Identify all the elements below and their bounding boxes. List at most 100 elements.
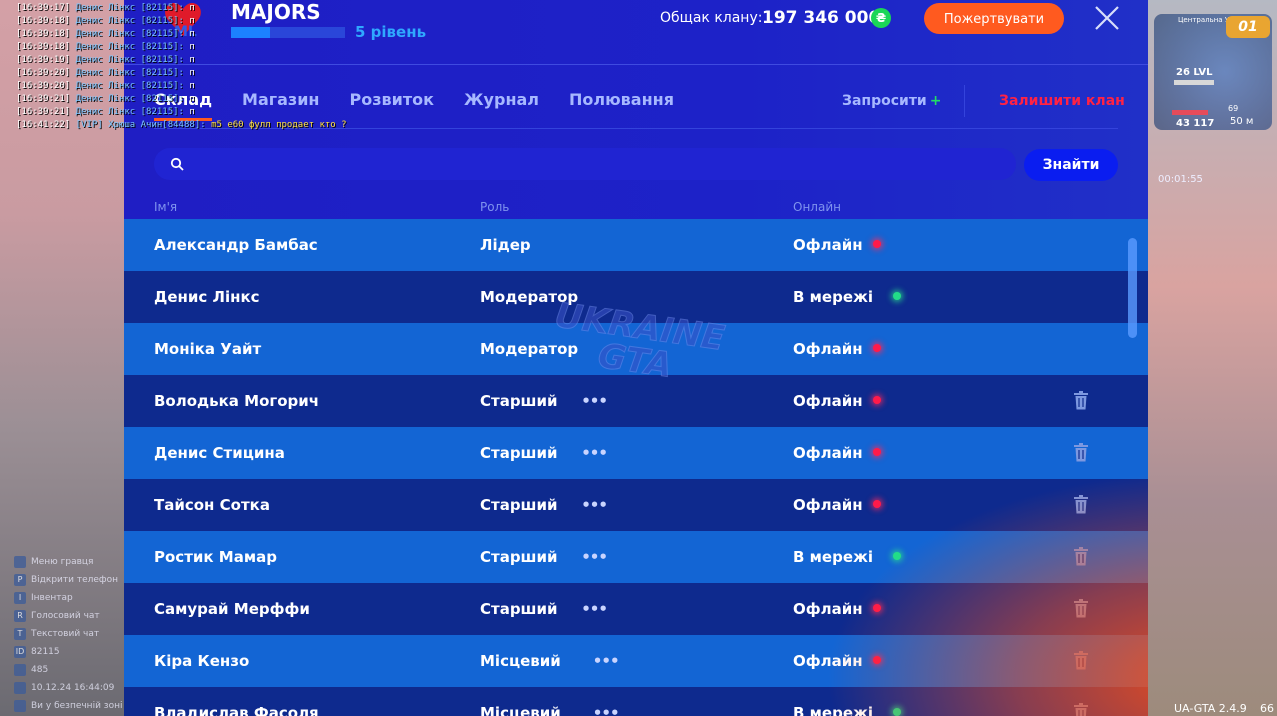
game-version: UA-GTA 2.4.9 (1174, 702, 1247, 715)
leave-clan-button[interactable]: Залишити клан (999, 93, 1125, 109)
trash-icon[interactable] (1073, 651, 1089, 670)
offline-dot-icon (872, 448, 881, 456)
tab-4[interactable]: Полювання (569, 90, 674, 109)
member-status: Офлайн (793, 236, 863, 254)
member-name: Ростик Мамар (154, 548, 277, 566)
chat-line: [16:39:19] Денис Лінкс [82115]: п (16, 54, 347, 67)
clan-level: 5 рівень (355, 23, 427, 41)
hud-hint: R Голосовий чат (14, 607, 122, 625)
search-input[interactable] (198, 152, 1002, 178)
hud-hint: 10.12.24 16:44:09 (14, 679, 122, 697)
chat-text: п (189, 29, 195, 39)
trash-icon[interactable] (1073, 495, 1089, 514)
more-options-icon[interactable]: ••• (581, 444, 608, 462)
member-status: Офлайн (793, 392, 863, 410)
more-options-icon[interactable]: ••• (581, 600, 608, 618)
hud-key: I (14, 592, 26, 604)
chat-text: m5 e60 фулл продает кто ? (211, 120, 347, 130)
chat-text: п (189, 42, 195, 52)
armor-bar (1174, 80, 1214, 85)
more-options-icon[interactable]: ••• (581, 548, 608, 566)
member-status: Офлайн (793, 600, 863, 618)
trash-icon[interactable] (1073, 703, 1089, 716)
more-options-icon[interactable]: ••• (593, 652, 620, 670)
donate-button[interactable]: Пожертвувати (924, 3, 1064, 34)
chat-sender: [VIP] Хрюша Ачин[84488]: (75, 120, 206, 130)
chat-sender: Денис Лінкс [82115]: (75, 42, 184, 52)
table-row[interactable]: Самурай Мерффи Старший ••• Офлайн (124, 583, 1148, 635)
member-name: Денис Лінкс (154, 288, 260, 306)
chat-sender: Денис Лінкс [82115]: (75, 94, 184, 104)
table-row[interactable]: Ростик Мамар Старший ••• В мережі (124, 531, 1148, 583)
chat-line: [16:41:22] [VIP] Хрюша Ачин[84488]: m5 e… (16, 119, 347, 132)
online-dot-icon (893, 708, 902, 716)
hud-hint: Меню гравця (14, 553, 122, 571)
table-row[interactable]: Тайсон Сотка Старший ••• Офлайн (124, 479, 1148, 531)
member-role: Старший (480, 496, 558, 514)
hud-key (14, 664, 26, 676)
chat-sender: Денис Лінкс [82115]: (75, 55, 184, 65)
more-options-icon[interactable]: ••• (593, 704, 620, 716)
actions-divider (964, 85, 965, 117)
chat-text: п (189, 68, 195, 78)
trash-icon[interactable] (1073, 599, 1089, 618)
table-row[interactable]: Александр Бамбас Лідер Офлайн (124, 219, 1148, 271)
column-header-online: Онлайн (793, 200, 841, 214)
members-table: Александр Бамбас Лідер Офлайн Денис Лінкс Мо… (124, 219, 1148, 716)
hud-hint-label: Голосовий чат (31, 611, 100, 621)
hud-hint: I Інвентар (14, 589, 122, 607)
more-options-icon[interactable]: ••• (581, 392, 608, 410)
chat-sender: Денис Лінкс [82115]: (75, 68, 184, 78)
clan-bank-label: Общак клану: (660, 10, 763, 26)
offline-dot-icon (872, 396, 881, 404)
hud-hint-label: Інвентар (31, 593, 73, 603)
member-role: Старший (480, 548, 558, 566)
health-bar (1172, 110, 1208, 115)
hud-hint-label: Текстовий чат (31, 629, 100, 639)
table-row[interactable]: Владислав Фасоля Місцевий ••• В мережі (124, 687, 1148, 716)
member-role: Місцевий (480, 704, 561, 716)
table-row[interactable]: Денис Стицина Старший ••• Офлайн (124, 427, 1148, 479)
right-hud: Центральна Україна 01 26 LVL 69 43 117 5… (1148, 0, 1277, 716)
member-status: Офлайн (793, 496, 863, 514)
zone-badge: 01 (1226, 16, 1270, 38)
chat-time: [16:41:22] (16, 120, 71, 130)
plus-icon: + (929, 93, 942, 109)
hud-hint-label: Ви у безпечній зоні (31, 701, 123, 711)
tab-3[interactable]: Журнал (464, 90, 539, 109)
hud-hint-label: Відкрити телефон (31, 575, 119, 585)
chat-time: [16:39:18] (16, 16, 71, 26)
chat-time: [16:39:20] (16, 68, 71, 78)
chat-sender: Денис Лінкс [82115]: (75, 16, 184, 26)
more-options-icon[interactable]: ••• (581, 496, 608, 514)
trash-icon[interactable] (1073, 547, 1089, 566)
member-name: Владислав Фасоля (154, 704, 319, 716)
left-hud: Меню гравця P Відкрити телефон I Інвентар R Го… (14, 553, 122, 715)
hud-hint-label: 10.12.24 16:44:09 (31, 683, 115, 693)
invite-button[interactable]: Запросити + (842, 93, 941, 109)
trash-icon[interactable] (1073, 443, 1089, 462)
member-name: Володька Могорич (154, 392, 320, 410)
member-role: Старший (480, 392, 558, 410)
health-value: 43 117 (1176, 118, 1215, 129)
close-icon[interactable] (1093, 4, 1121, 32)
find-button[interactable]: Знайти (1024, 149, 1118, 181)
member-name: Александр Бамбас (154, 236, 318, 254)
members-scrollbar[interactable] (1128, 238, 1137, 338)
chat-line: [16:39:18] Денис Лінкс [82115]: п (16, 15, 347, 28)
clan-bank-value: 197 346 000 (762, 8, 881, 28)
fps-counter: 66 (1260, 702, 1274, 715)
trash-icon[interactable] (1073, 391, 1089, 410)
table-row[interactable]: Володька Могорич Старший ••• Офлайн (124, 375, 1148, 427)
tab-2[interactable]: Розвиток (349, 90, 433, 109)
chat-time: [16:39:21] (16, 107, 71, 117)
hud-hint-label: 485 (31, 665, 49, 675)
table-row[interactable]: Кіра Кензо Місцевий ••• Офлайн (124, 635, 1148, 687)
offline-dot-icon (872, 344, 881, 352)
hud-hint: Ви у безпечній зоні (14, 697, 122, 715)
offline-dot-icon (872, 240, 881, 248)
online-dot-icon (893, 292, 902, 300)
chat-line: [16:39:18] Денис Лінкс [82115]: п (16, 28, 347, 41)
chat-time: [16:39:18] (16, 29, 71, 39)
chat-sender: Денис Лінкс [82115]: (75, 107, 184, 117)
